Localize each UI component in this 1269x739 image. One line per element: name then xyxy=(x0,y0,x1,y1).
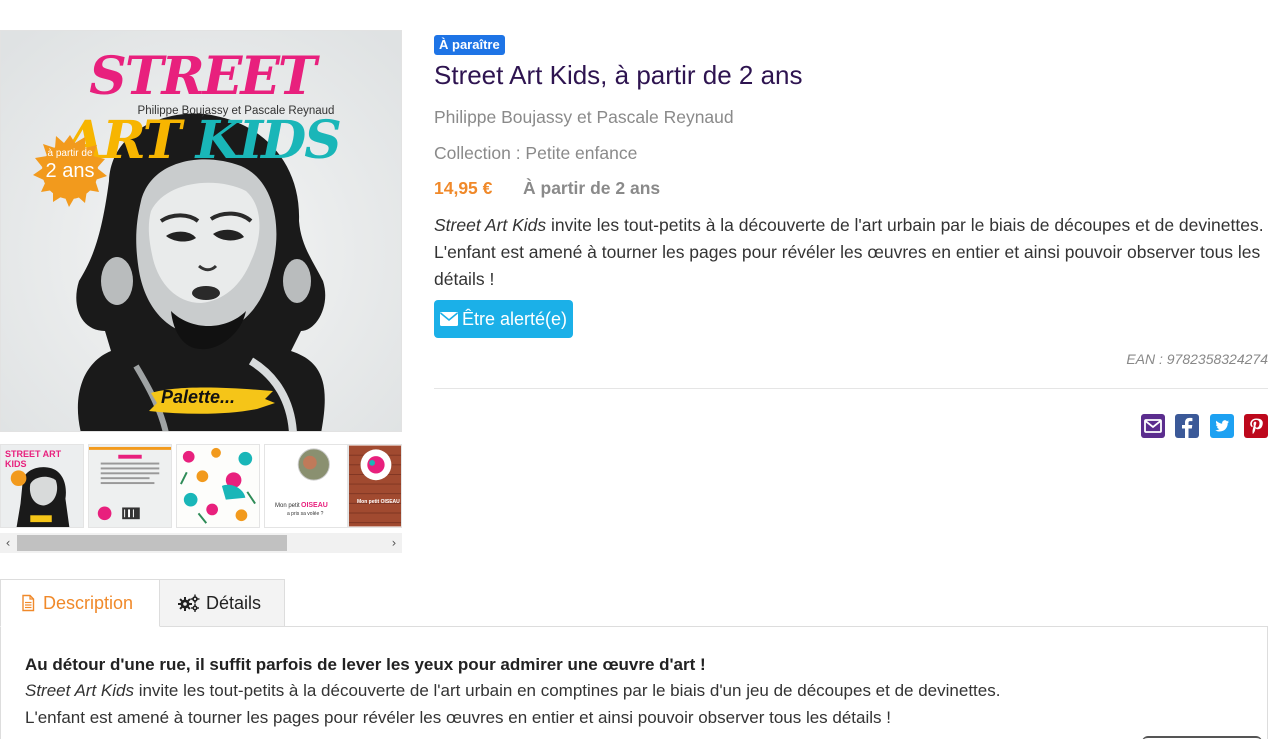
ean-code: EAN : 9782358324274 xyxy=(1126,351,1268,367)
cover-authors: Philippe Boujassy et Pascale Reynaud xyxy=(137,105,335,117)
thumbnail-3[interactable] xyxy=(176,444,260,528)
cover-badge-line-2: 2 ans xyxy=(45,160,95,182)
share-facebook-button[interactable] xyxy=(1175,414,1199,438)
thumbnail-floral-pattern-icon xyxy=(177,445,259,527)
description-line-1-text: invite les tout-petits à la découverte d… xyxy=(133,681,1001,700)
thumbnail-5-text: Mon petit OISEAU xyxy=(357,499,400,505)
description-heading: Au détour d'une rue, il suffit parfois d… xyxy=(25,655,706,674)
tab-details[interactable]: Détails xyxy=(159,579,285,627)
description-panel: Au détour d'une rue, il suffit parfois d… xyxy=(0,626,1268,739)
status-badge: À paraître xyxy=(434,35,505,55)
cover-badge-line-1: à partir de xyxy=(47,148,93,159)
thumbnail-brick-wall-icon xyxy=(349,445,401,527)
thumbnail-1[interactable]: STREET ART KIDS xyxy=(0,444,84,528)
thumbnail-strip: STREET ART KIDS Mon petit OISEAU a pris … xyxy=(0,444,402,530)
thumbnail-2[interactable] xyxy=(88,444,172,528)
alert-me-button[interactable]: Être alerté(e) xyxy=(434,300,574,338)
thumbnail-5[interactable]: Mon petit OISEAU xyxy=(348,444,402,528)
book-cover-image[interactable]: STREET ART KIDS Philippe Boujassy et Pas… xyxy=(0,30,402,432)
envelope-square-icon xyxy=(1144,419,1162,433)
thumbnail-4[interactable]: Mon petit OISEAU a pris sa volée ? xyxy=(264,444,348,528)
file-text-icon xyxy=(22,594,35,612)
tab-description-label: Description xyxy=(43,593,134,613)
summary-title-italic: Street Art Kids xyxy=(434,215,547,235)
cover-title-word-1: STREET xyxy=(89,46,316,107)
divider xyxy=(434,388,1268,389)
tab-description[interactable]: Description xyxy=(0,579,160,627)
scroll-left-arrow-icon[interactable]: ‹ xyxy=(0,533,16,553)
thumbnail-4-text-3: a pris sa volée ? xyxy=(287,511,324,517)
description-italic-title: Street Art Kids xyxy=(25,681,134,700)
share-pinterest-button[interactable] xyxy=(1244,414,1268,438)
description-line-2: L'enfant est amené à tourner les pages p… xyxy=(25,707,891,727)
alert-me-label: Être alerté(e) xyxy=(462,309,568,329)
publisher-logo: Palette... xyxy=(161,387,236,407)
scrollbar-thumb[interactable] xyxy=(17,535,287,551)
share-email-button[interactable] xyxy=(1141,414,1165,438)
envelope-icon xyxy=(440,312,458,326)
thumbnail-scrollbar[interactable]: ‹ › xyxy=(0,533,402,553)
product-authors[interactable]: Philippe Boujassy et Pascale Reynaud xyxy=(434,107,734,128)
product-price: 14,95 € xyxy=(434,178,493,198)
cover-age-badge: à partir de 2 ans xyxy=(31,148,109,182)
product-collection[interactable]: Collection : Petite enfance xyxy=(434,143,637,164)
thumbnail-4-text-1: Mon petit xyxy=(275,503,300,509)
facebook-square-icon xyxy=(1182,417,1193,438)
scroll-right-arrow-icon[interactable]: › xyxy=(386,533,402,553)
product-title: Street Art Kids, à partir de 2 ans xyxy=(434,60,803,90)
gears-icon xyxy=(178,594,200,612)
twitter-square-icon xyxy=(1215,420,1229,432)
product-age: À partir de 2 ans xyxy=(523,178,661,198)
share-twitter-button[interactable] xyxy=(1210,414,1234,438)
pinterest-square-icon xyxy=(1250,418,1263,434)
thumbnail-back-cover-icon xyxy=(89,445,171,527)
thumbnail-4-text-2: OISEAU xyxy=(301,502,328,509)
thumbnail-1-title: STREET ART KIDS xyxy=(5,449,62,469)
tab-details-label: Détails xyxy=(206,593,262,613)
cover-title-word-3: KIDS xyxy=(195,110,342,171)
product-summary: Street Art Kids invite les tout-petits à… xyxy=(434,212,1264,293)
description-line-1: Street Art Kids invite les tout-petits à… xyxy=(25,678,1243,705)
summary-text: invite les tout-petits à la découverte d… xyxy=(434,215,1264,289)
